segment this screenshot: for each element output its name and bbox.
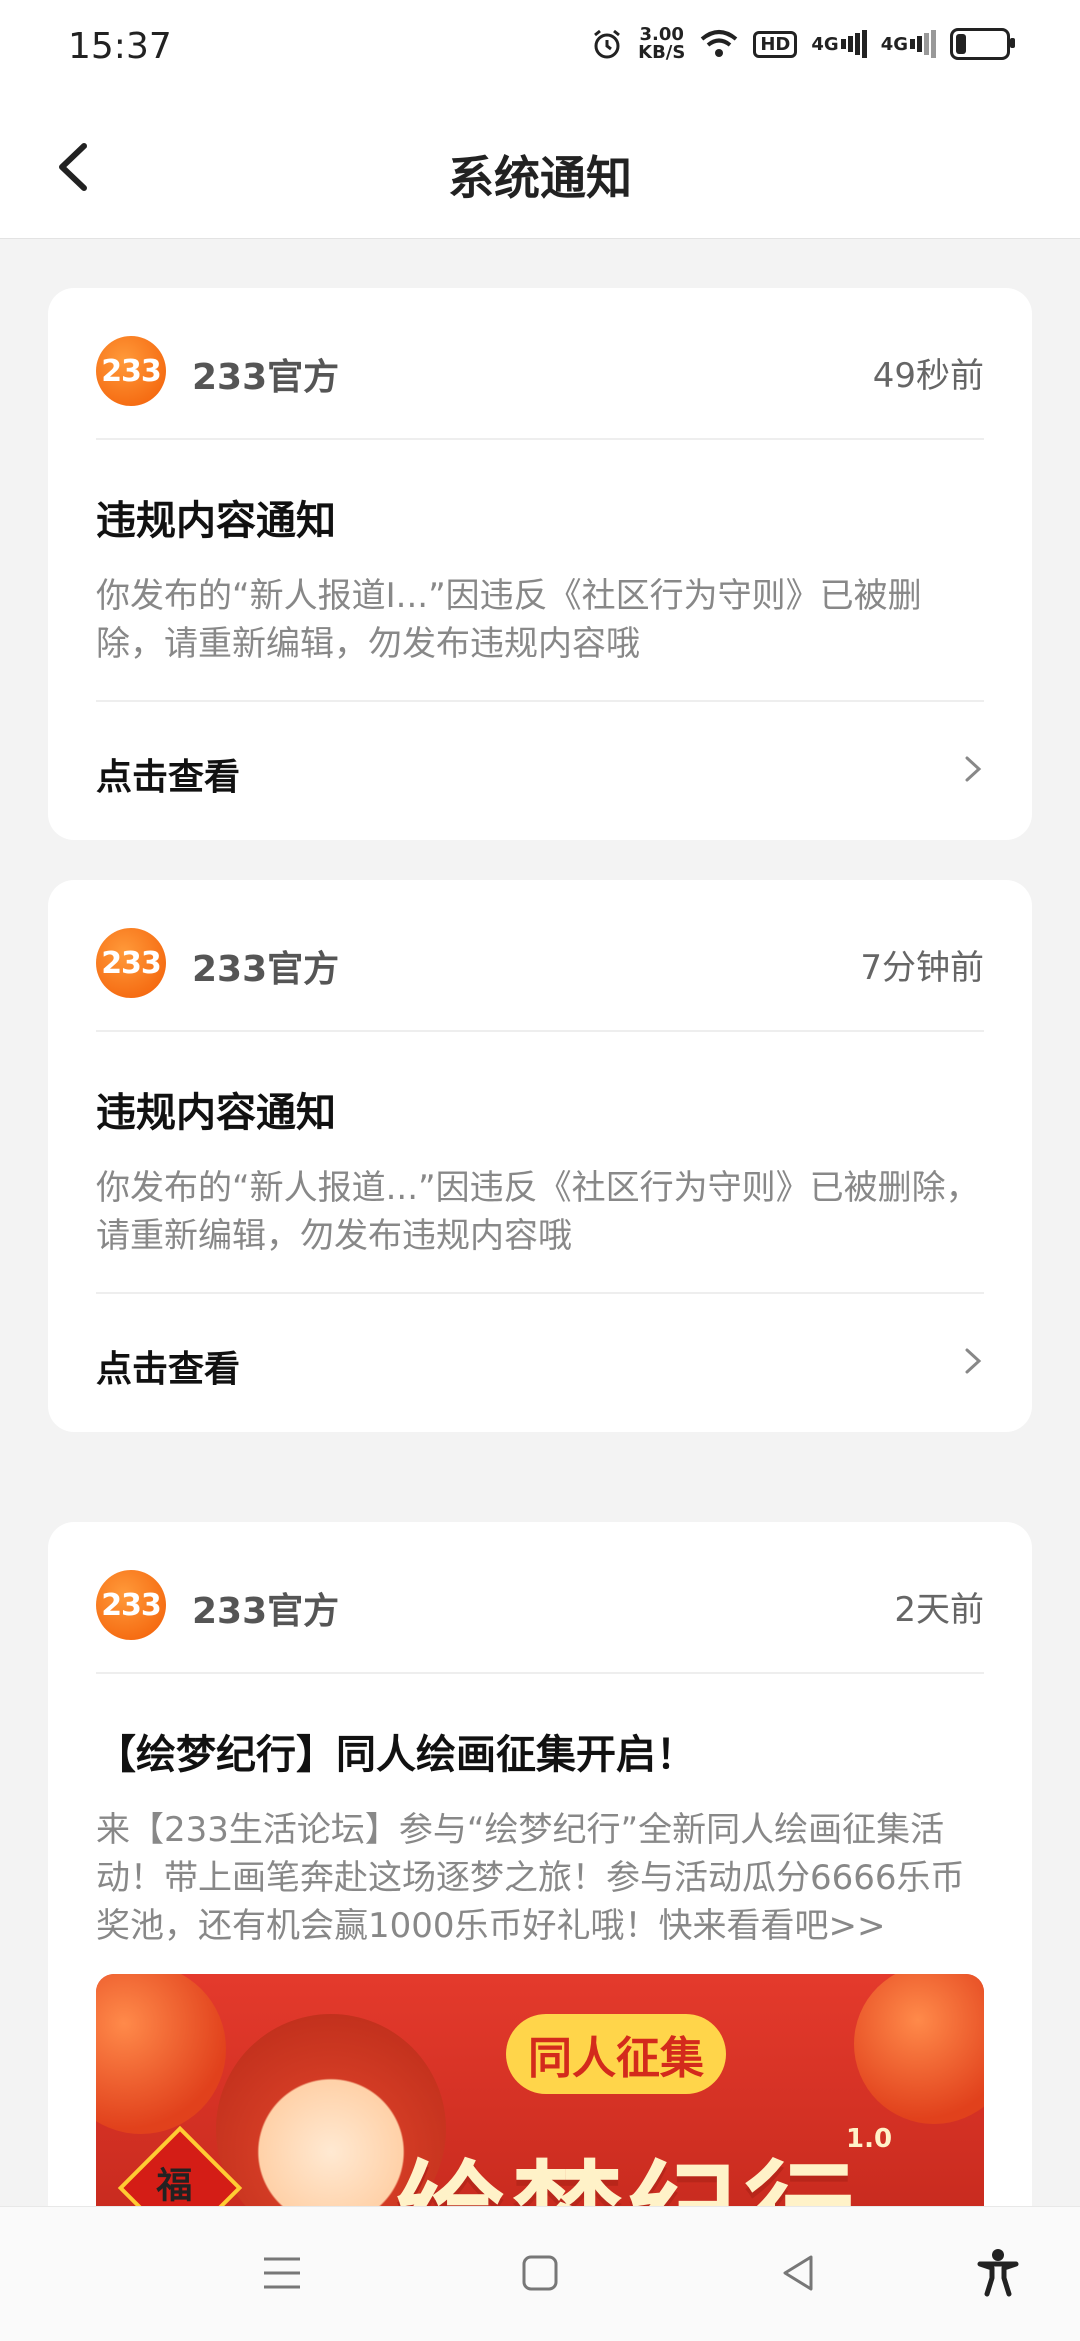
menu-icon[interactable] — [252, 2243, 312, 2303]
notification-text: 你发布的“新人报道I...”因违反《社区行为守则》已被删除，请重新编辑，勿发布违… — [96, 576, 922, 664]
notification-title: 违规内容通知 — [96, 498, 336, 544]
wifi-icon — [699, 29, 739, 59]
view-details-row[interactable]: 点击查看 — [96, 1294, 984, 1432]
view-details-label: 点击查看 — [96, 1349, 241, 1390]
sender-name: 233官方 — [192, 949, 340, 990]
card-body: 违规内容通知 你发布的“新人报道I...”因违反《社区行为守则》已被删除，请重新… — [96, 440, 984, 702]
notification-card[interactable]: 233 233官方 49秒前 违规内容通知 你发布的“新人报道I...”因违反《… — [48, 288, 1032, 840]
banner-tag: 同人征集 — [506, 2014, 726, 2094]
card-header: 233 233官方 49秒前 — [96, 288, 984, 440]
network-speed: 3.00 KB/S — [638, 24, 686, 63]
accessibility-icon[interactable] — [968, 2243, 1028, 2303]
card-body: 【绘梦纪行】同人绘画征集开启！ 来【233生活论坛】参与“绘梦纪行”全新同人绘画… — [96, 1674, 984, 1950]
back-icon[interactable] — [768, 2243, 828, 2303]
avatar: 233 — [96, 1570, 166, 1640]
notification-card[interactable]: 233 233官方 2天前 【绘梦纪行】同人绘画征集开启！ 来【233生活论坛】… — [48, 1522, 1032, 2242]
banner-version: 1.0 — [846, 2124, 893, 2154]
lantern-decoration — [96, 1974, 226, 2134]
avatar: 233 — [96, 336, 166, 406]
battery-icon — [950, 28, 1015, 60]
status-icons: 3.00 KB/S HD 4G 4G — [590, 24, 1015, 63]
app-header: 系统通知 — [0, 96, 1080, 239]
card-header: 233 233官方 7分钟前 — [96, 880, 984, 1032]
notification-title: 【绘梦纪行】同人绘画征集开启！ — [96, 1732, 696, 1778]
notification-title: 违规内容通知 — [96, 1090, 336, 1136]
page-title: 系统通知 — [448, 151, 632, 205]
view-details-row[interactable]: 点击查看 — [96, 702, 984, 840]
lantern-decoration — [854, 1974, 984, 2124]
signal-icon-2: 4G — [881, 30, 936, 58]
system-nav-bar — [0, 2206, 1080, 2341]
status-time: 15:37 — [68, 26, 172, 67]
status-bar: 15:37 3.00 KB/S HD 4G 4G — [0, 0, 1080, 96]
timestamp: 7分钟前 — [860, 948, 984, 988]
card-header: 233 233官方 2天前 — [96, 1522, 984, 1674]
notification-text: 你发布的“新人报道...”因违反《社区行为守则》已被删除，请重新编辑，勿发布违规… — [96, 1168, 980, 1256]
view-details-label: 点击查看 — [96, 757, 241, 798]
hd-icon: HD — [753, 30, 798, 58]
timestamp: 2天前 — [894, 1590, 984, 1630]
notification-text: 来【233生活论坛】参与“绘梦纪行”全新同人绘画征集活动！带上画笔奔赴这场逐梦之… — [96, 1810, 965, 1946]
home-icon[interactable] — [510, 2243, 570, 2303]
card-body: 违规内容通知 你发布的“新人报道...”因违反《社区行为守则》已被删除，请重新编… — [96, 1032, 984, 1294]
timestamp: 49秒前 — [872, 356, 984, 396]
sender-name: 233官方 — [192, 1591, 340, 1632]
sender-name: 233官方 — [192, 357, 340, 398]
event-banner[interactable]: 福 同人征集 绘梦纪行 1.0 — [96, 1974, 984, 2224]
chevron-right-icon — [962, 754, 984, 784]
signal-icon: 4G — [811, 30, 867, 58]
avatar: 233 — [96, 928, 166, 998]
notification-card[interactable]: 233 233官方 7分钟前 违规内容通知 你发布的“新人报道...”因违反《社… — [48, 880, 1032, 1432]
alarm-icon — [590, 27, 624, 61]
chevron-right-icon — [962, 1346, 984, 1376]
